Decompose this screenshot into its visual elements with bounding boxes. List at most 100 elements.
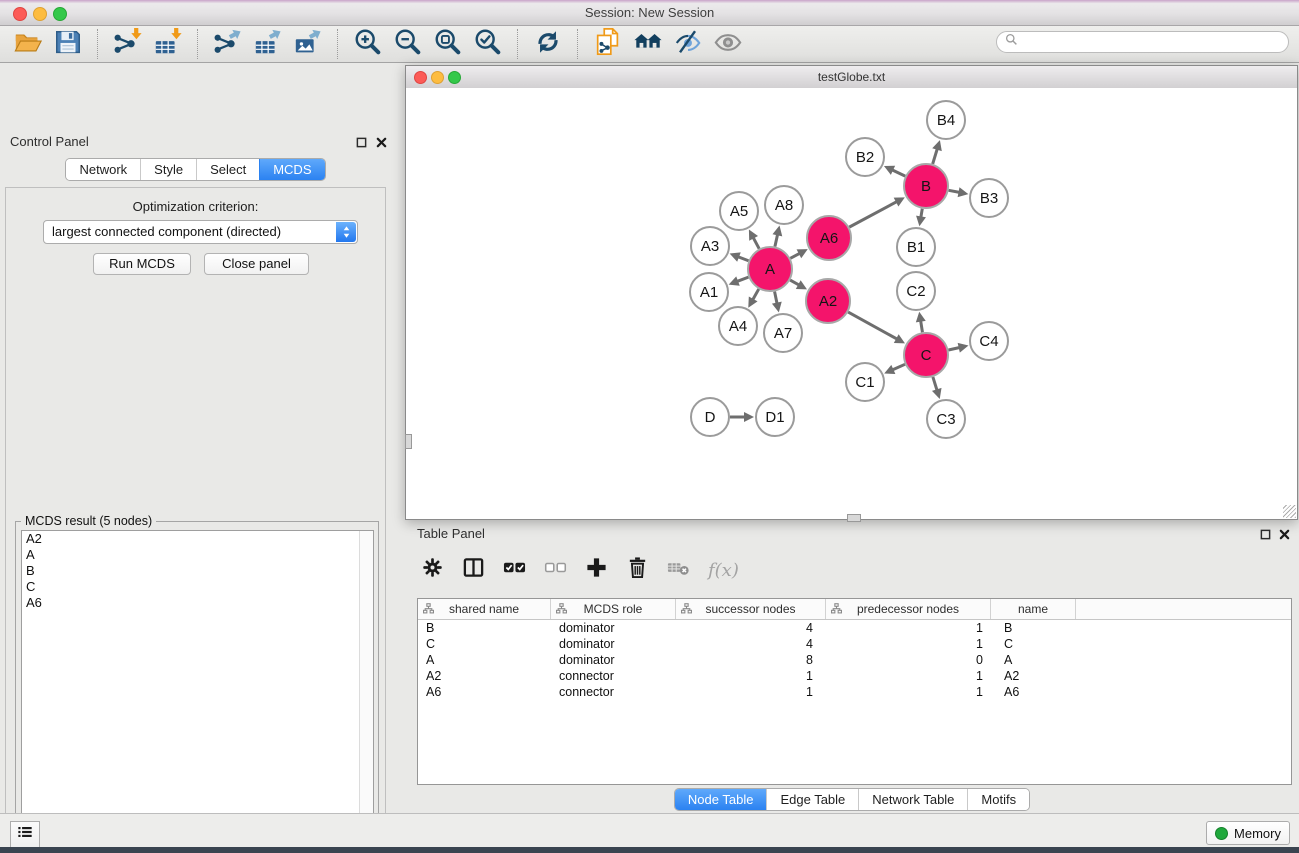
mcds-result-list[interactable]: A2ABCA6	[21, 530, 374, 853]
search-box[interactable]	[996, 31, 1289, 53]
column-header-successor-nodes[interactable]: successor nodes	[676, 599, 826, 619]
zoom-fit-button[interactable]	[428, 28, 468, 60]
table-cell[interactable]: 4	[676, 637, 826, 651]
graph-edge-A-A4[interactable]	[748, 289, 758, 308]
zoom-in-button[interactable]	[348, 28, 388, 60]
mcds-result-item[interactable]: A6	[22, 595, 373, 611]
graph-edge-D-D1[interactable]	[730, 412, 754, 422]
table-tab-node-table[interactable]: Node Table	[675, 789, 767, 810]
graph-node-A1[interactable]: A1	[690, 273, 728, 311]
graph-node-A7[interactable]: A7	[764, 314, 802, 352]
table-cell[interactable]: 1	[676, 685, 826, 699]
delete-table-button[interactable]	[665, 557, 691, 583]
table-cell[interactable]: 1	[826, 685, 991, 699]
graph-edge-C-C3[interactable]	[932, 377, 942, 399]
graph-node-C3[interactable]: C3	[927, 400, 965, 438]
graph-edge-A-A2[interactable]	[790, 280, 807, 289]
table-cell[interactable]: A	[418, 653, 551, 667]
graph-edge-A-A5[interactable]	[749, 230, 759, 249]
graph-node-C[interactable]: C	[904, 333, 948, 377]
table-cell[interactable]: 1	[826, 621, 991, 635]
table-cell[interactable]: A2	[991, 669, 1076, 683]
table-cell[interactable]: connector	[551, 669, 676, 683]
table-cell[interactable]: 1	[826, 669, 991, 683]
graph-edge-A-A8[interactable]	[772, 226, 782, 247]
task-history-button[interactable]	[10, 821, 40, 848]
close-table-panel-icon[interactable]	[1277, 527, 1291, 541]
network-window-titlebar[interactable]: testGlobe.txt	[406, 66, 1297, 89]
table-cell[interactable]: A6	[418, 685, 551, 699]
float-panel-icon[interactable]	[354, 135, 368, 149]
graph-node-A8[interactable]: A8	[765, 186, 803, 224]
table-cell[interactable]: A2	[418, 669, 551, 683]
export-table-button[interactable]	[248, 28, 288, 60]
graph-node-B3[interactable]: B3	[970, 179, 1008, 217]
table-cell[interactable]: A6	[991, 685, 1076, 699]
window-resize-grip-left[interactable]	[405, 434, 412, 449]
graph-node-D[interactable]: D	[691, 398, 729, 436]
graph-node-C2[interactable]: C2	[897, 272, 935, 310]
network-canvas[interactable]: B4B2BB3A8A5A6B1A3AA1C2A2A4A7C4CC1C3DD1	[406, 88, 1297, 518]
graph-edge-A-A6[interactable]	[790, 249, 807, 258]
import-table-button[interactable]	[148, 28, 188, 60]
hide-selected-button[interactable]	[668, 28, 708, 60]
memory-button[interactable]: Memory	[1206, 821, 1290, 845]
delete-columns-button[interactable]	[624, 557, 650, 583]
graph-edge-B-B2[interactable]	[884, 166, 905, 176]
table-cell[interactable]: B	[991, 621, 1076, 635]
table-row[interactable]: Bdominator41B	[418, 620, 1291, 636]
graph-edge-A6-B[interactable]	[849, 197, 905, 227]
export-network-button[interactable]	[208, 28, 248, 60]
result-list-scrollbar[interactable]	[359, 531, 373, 853]
search-input[interactable]	[1022, 32, 1288, 52]
add-column-button[interactable]	[583, 557, 609, 583]
table-cell[interactable]: 4	[676, 621, 826, 635]
network-graph[interactable]: B4B2BB3A8A5A6B1A3AA1C2A2A4A7C4CC1C3DD1	[406, 88, 1297, 518]
table-row[interactable]: A6connector11A6	[418, 684, 1291, 700]
table-cell[interactable]: 8	[676, 653, 826, 667]
graph-node-C1[interactable]: C1	[846, 363, 884, 401]
graph-edge-A-A7[interactable]	[772, 292, 782, 313]
save-session-button[interactable]	[48, 28, 88, 60]
zoom-out-button[interactable]	[388, 28, 428, 60]
split-panel-button[interactable]	[460, 557, 486, 583]
deselect-all-checkboxes-button[interactable]	[542, 557, 568, 583]
graph-edge-B-B1[interactable]	[916, 209, 926, 227]
refresh-button[interactable]	[528, 28, 568, 60]
select-all-checkboxes-button[interactable]	[501, 557, 527, 583]
close-panel-button[interactable]: Close panel	[204, 253, 309, 275]
table-row[interactable]: Adominator80A	[418, 652, 1291, 668]
new-network-from-selection-button[interactable]	[588, 28, 628, 60]
graph-node-A4[interactable]: A4	[719, 307, 757, 345]
graph-edge-B-B3[interactable]	[949, 187, 969, 197]
graph-edge-A-A3[interactable]	[730, 252, 749, 261]
graph-edge-B-B4[interactable]	[932, 140, 942, 164]
table-row[interactable]: Cdominator41C	[418, 636, 1291, 652]
column-header-MCDS-role[interactable]: MCDS role	[551, 599, 676, 619]
mcds-result-item[interactable]: A	[22, 547, 373, 563]
graph-node-C4[interactable]: C4	[970, 322, 1008, 360]
tab-style[interactable]: Style	[140, 159, 196, 180]
table-cell[interactable]: 1	[826, 637, 991, 651]
graph-node-A[interactable]: A	[748, 247, 792, 291]
show-all-button[interactable]	[708, 28, 748, 60]
zoom-selected-button[interactable]	[468, 28, 508, 60]
float-table-panel-icon[interactable]	[1258, 527, 1272, 541]
table-cell[interactable]: C	[991, 637, 1076, 651]
criterion-dropdown[interactable]: largest connected component (directed)	[43, 220, 358, 244]
gear-button[interactable]	[419, 557, 445, 583]
graph-node-B4[interactable]: B4	[927, 101, 965, 139]
column-header-shared-name[interactable]: shared name	[418, 599, 551, 619]
tab-select[interactable]: Select	[196, 159, 259, 180]
table-cell[interactable]: dominator	[551, 653, 676, 667]
graph-edge-C-C1[interactable]	[884, 364, 905, 374]
mcds-result-item[interactable]: A2	[22, 531, 373, 547]
table-cell[interactable]: connector	[551, 685, 676, 699]
table-row[interactable]: A2connector11A2	[418, 668, 1291, 684]
column-header-name[interactable]: name	[991, 599, 1076, 619]
open-folder-button[interactable]	[8, 28, 48, 60]
table-cell[interactable]: 0	[826, 653, 991, 667]
tab-mcds[interactable]: MCDS	[259, 159, 324, 180]
mcds-result-item[interactable]: B	[22, 563, 373, 579]
graph-node-B1[interactable]: B1	[897, 228, 935, 266]
